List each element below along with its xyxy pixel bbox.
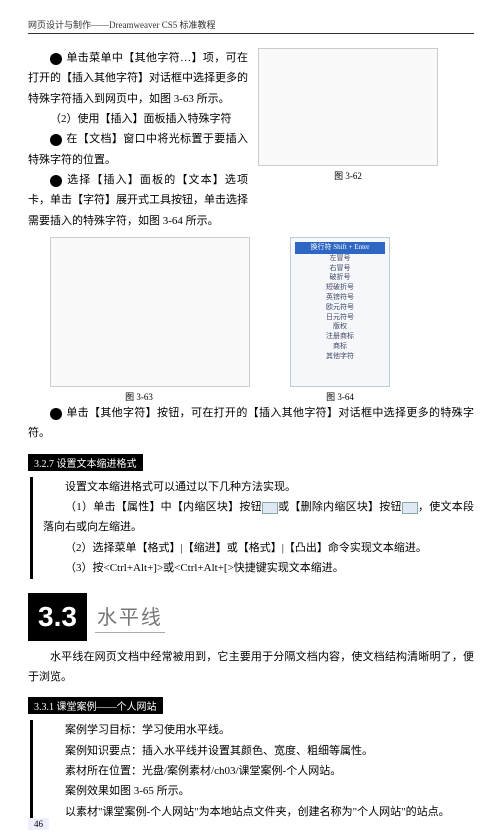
case-item: 以素材"课堂案例-个人网站"为本地站点文件夹，创建名称为"个人网站"的站点。 xyxy=(43,802,474,822)
case-item: 素材所在位置：光盘/案例素材/ch03/课堂案例-个人网站。 xyxy=(43,761,474,781)
figures-row: 图 3-63 换行符 Shift + Enter 左冒号 右冒号 破折号 短破折… xyxy=(28,237,474,403)
sec327-body: 设置文本缩进格式可以通过以下几种方法实现。 （1）单击【属性】中【内缩区块】按钮… xyxy=(30,477,474,579)
page-number: 46 xyxy=(28,818,49,830)
caption-3-62: 图 3-62 xyxy=(258,169,438,182)
sec327-item: （2）选择菜单【格式】|【缩进】或【格式】|【凸出】命令实现文本缩进。 xyxy=(43,538,474,558)
top-left-col: 3单击菜单中【其他字符…】项，可在打开的【插入其他字符】对话框中选择更多的特殊字… xyxy=(28,48,248,231)
menu-item-hi: 换行符 Shift + Enter xyxy=(295,242,385,254)
para: 2选择【插入】面板的【文本】选项卡，单击【字符】展开式工具按钮，单击选择需要插入… xyxy=(28,170,248,231)
caption-3-63: 图 3-63 xyxy=(28,390,250,403)
sec331-body: 案例学习目标：学习使用水平线。 案例知识要点：插入水平线并设置其颜色、宽度、粗细… xyxy=(30,720,474,822)
sec327-item: （1）单击【属性】中【内缩区块】按钮或【删除内缩区块】按钮，使文本段落向右或向左… xyxy=(43,497,474,538)
page: 网页设计与制作——Dreamweaver CS5 标准教程 3单击菜单中【其他字… xyxy=(0,0,502,840)
section-title: 水平线 xyxy=(95,601,165,633)
menu-item: 短破折号 xyxy=(295,283,385,293)
fig-wrap-364: 换行符 Shift + Enter 左冒号 右冒号 破折号 短破折号 英镑符号 … xyxy=(290,237,390,403)
outdent-icon xyxy=(402,502,418,514)
section-3-2-7-title: 3.2.7 设置文本缩进格式 xyxy=(28,454,143,471)
menu-item: 日元符号 xyxy=(295,313,385,323)
para: 1在【文档】窗口中将光标置于要插入特殊字符的位置。 xyxy=(28,129,248,170)
menu-item: 左冒号 xyxy=(295,254,385,264)
text: （2）使用【插入】面板插入特殊字符 xyxy=(50,113,232,125)
text: 或【删除内缩区块】按钮 xyxy=(278,501,402,513)
figure-3-62 xyxy=(258,48,438,166)
case-item: 案例知识要点：插入水平线并设置其颜色、宽度、粗细等属性。 xyxy=(43,741,474,761)
section-number: 3.3 xyxy=(28,593,87,641)
para-after-figs: 3单击【其他字符】按钮，可在打开的【插入其他字符】对话框中选择更多的特殊字符。 xyxy=(28,403,474,444)
text: （1）单击【属性】中【内缩区块】按钮 xyxy=(65,501,262,513)
bullet-icon: 1 xyxy=(50,134,62,146)
figure-3-64: 换行符 Shift + Enter 左冒号 右冒号 破折号 短破折号 英镑符号 … xyxy=(290,237,390,387)
sec327-item: （3）按<Ctrl+Alt+]>或<Ctrl+Alt+[>快捷键实现文本缩进。 xyxy=(43,558,474,578)
section-3-3-header: 3.3 水平线 xyxy=(28,593,474,641)
bullet-icon: 3 xyxy=(50,53,62,65)
figure-3-63 xyxy=(50,237,250,387)
fig-wrap-363: 图 3-63 xyxy=(28,237,250,403)
page-header: 网页设计与制作——Dreamweaver CS5 标准教程 xyxy=(28,18,474,34)
bullet-icon: 2 xyxy=(50,175,62,187)
hr-intro: 水平线在网页文档中经常被用到，它主要用于分隔文档内容，使文档结构清晰明了，便于浏… xyxy=(28,647,474,688)
para: （2）使用【插入】面板插入特殊字符 xyxy=(28,109,248,129)
menu-item: 欧元符号 xyxy=(295,303,385,313)
top-section: 3单击菜单中【其他字符…】项，可在打开的【插入其他字符】对话框中选择更多的特殊字… xyxy=(28,48,474,231)
bullet-icon: 3 xyxy=(50,408,62,420)
case-item: 案例效果如图 3-65 所示。 xyxy=(43,781,474,801)
text: 单击【其他字符】按钮，可在打开的【插入其他字符】对话框中选择更多的特殊字符。 xyxy=(28,407,474,439)
menu-item: 其他字符 xyxy=(295,352,385,362)
menu-item: 英镑符号 xyxy=(295,293,385,303)
menu-item: 右冒号 xyxy=(295,264,385,274)
indent-icon xyxy=(262,502,278,514)
sec327-intro: 设置文本缩进格式可以通过以下几种方法实现。 xyxy=(43,477,474,497)
case-item: 案例学习目标：学习使用水平线。 xyxy=(43,720,474,740)
menu-item: 破折号 xyxy=(295,273,385,283)
caption-3-64: 图 3-64 xyxy=(290,390,390,403)
menu-item: 商标 xyxy=(295,342,385,352)
menu-item: 注册商标 xyxy=(295,332,385,342)
para: 3单击菜单中【其他字符…】项，可在打开的【插入其他字符】对话框中选择更多的特殊字… xyxy=(28,48,248,109)
top-right-col: 图 3-62 xyxy=(258,48,474,231)
menu-item: 版权 xyxy=(295,322,385,332)
